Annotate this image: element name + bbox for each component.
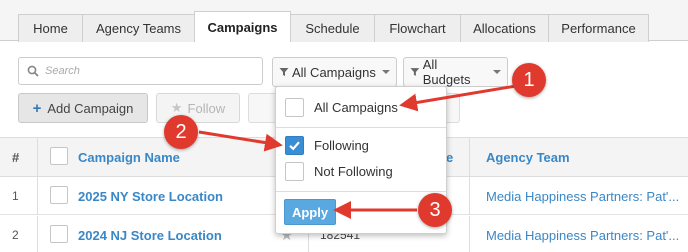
callout-badge-2: 2 <box>164 115 198 149</box>
callout-arrow <box>198 130 283 152</box>
callout-badge-3: 3 <box>418 193 452 227</box>
callout-arrows <box>198 84 517 219</box>
callout-badge-1: 1 <box>512 63 546 97</box>
callout-arrow <box>399 84 517 112</box>
